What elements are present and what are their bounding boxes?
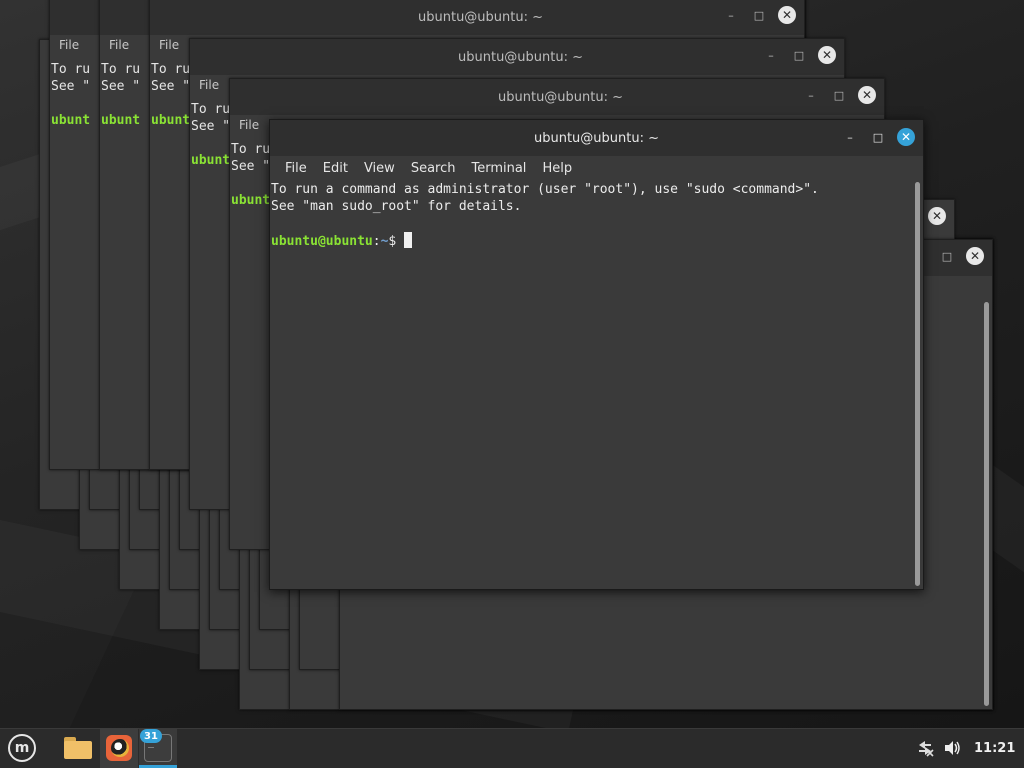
menu-file[interactable]: File (159, 38, 179, 52)
title-bar[interactable]: ubuntu@ubuntu: ~ (270, 120, 923, 156)
close-icon[interactable]: ✕ (928, 207, 946, 225)
menu-button[interactable]: m (4, 728, 40, 768)
browser-launcher[interactable] (100, 728, 138, 768)
network-disconnected-icon[interactable] (914, 737, 936, 759)
window-count-badge: 31 (140, 729, 162, 743)
close-icon[interactable]: ✕ (778, 6, 796, 24)
volume-icon[interactable] (940, 737, 964, 759)
menu-view[interactable]: View (357, 159, 402, 178)
minimize-icon[interactable]: – (841, 128, 859, 146)
terminal-text: See " (101, 79, 141, 94)
prompt-fragment: ubunt (51, 113, 91, 128)
window-title: ubuntu@ubuntu: ~ (418, 9, 544, 25)
maximize-icon[interactable]: □ (790, 46, 808, 64)
maximize-icon[interactable]: □ (938, 247, 956, 265)
close-icon[interactable]: ✕ (858, 86, 876, 104)
terminal-text: To ru (231, 142, 271, 157)
minimize-icon[interactable]: – (762, 46, 780, 64)
menu-file[interactable]: File (59, 38, 79, 52)
firefox-icon (106, 735, 132, 761)
text-cursor (404, 232, 413, 248)
maximize-icon[interactable]: □ (869, 128, 887, 146)
minimize-icon[interactable]: – (802, 86, 820, 104)
terminal-text: To ru (151, 62, 191, 77)
prompt-symbol: $ (388, 234, 397, 249)
terminal-text: See " (231, 159, 271, 174)
terminal-window[interactable]: ubuntu@ubuntu: ~ – □ ✕ File Edit View Se… (269, 119, 924, 590)
terminal-text: See " (191, 119, 231, 134)
menu-edit[interactable]: Edit (316, 159, 355, 178)
prompt-fragment: ubunt (231, 193, 271, 208)
window-title: ubuntu@ubuntu: ~ (533, 130, 660, 146)
close-icon[interactable]: ✕ (966, 247, 984, 265)
terminal-text: See " (51, 79, 91, 94)
menu-file[interactable]: File (239, 118, 259, 132)
system-tray: 11:21 (914, 728, 1015, 768)
terminal-line: See "man sudo_root" for details. (271, 199, 522, 214)
terminal-output[interactable]: To run a command as administrator (user … (271, 181, 913, 587)
clock[interactable]: 11:21 (974, 741, 1015, 756)
terminal-text: To ru (191, 102, 231, 117)
terminal-text: To ru (101, 62, 141, 77)
prompt-separator: : (372, 234, 381, 249)
window-title: ubuntu@ubuntu: ~ (458, 49, 584, 65)
minimize-icon[interactable]: – (722, 6, 740, 24)
terminal-line: To run a command as administrator (user … (271, 182, 819, 197)
close-icon[interactable]: ✕ (818, 46, 836, 64)
menu-bar: File Edit View Search Terminal Help (270, 156, 923, 180)
maximize-icon[interactable]: □ (830, 86, 848, 104)
files-launcher[interactable] (58, 728, 98, 768)
terminal-text: To ru (51, 62, 91, 77)
menu-search[interactable]: Search (404, 159, 463, 178)
menu-terminal[interactable]: Terminal (464, 159, 533, 178)
prompt-user: ubuntu@ubuntu (271, 234, 373, 249)
window-title: ubuntu@ubuntu: ~ (498, 89, 624, 105)
prompt-fragment: ubunt (151, 113, 191, 128)
menu-file[interactable]: File (199, 78, 219, 92)
menu-file[interactable]: File (109, 38, 129, 52)
scrollbar[interactable] (915, 182, 920, 586)
menu-help[interactable]: Help (535, 159, 579, 178)
close-icon[interactable]: ✕ (897, 128, 915, 146)
maximize-icon[interactable]: □ (750, 6, 768, 24)
scrollbar[interactable] (984, 302, 989, 706)
terminal-text: See " (151, 79, 191, 94)
prompt-fragment: ubunt (191, 153, 231, 168)
menu-file[interactable]: File (278, 159, 314, 178)
prompt-fragment: ubunt (101, 113, 141, 128)
mint-logo-icon: m (8, 734, 36, 762)
folder-icon (64, 737, 92, 759)
